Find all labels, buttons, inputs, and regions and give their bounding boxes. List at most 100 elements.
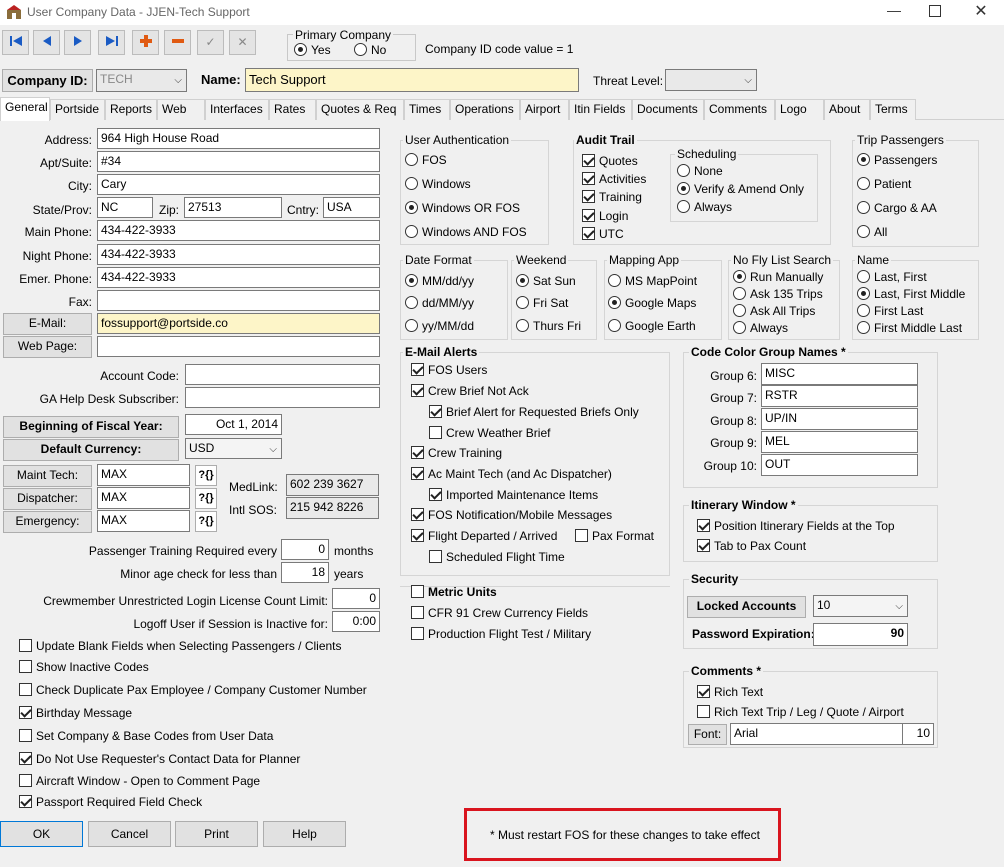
font-button[interactable]: Font: bbox=[688, 724, 727, 745]
tab-portside[interactable]: Portside bbox=[50, 99, 105, 120]
tab-reports[interactable]: Reports bbox=[105, 99, 157, 120]
trip-patient-radio[interactable]: Patient bbox=[857, 177, 911, 191]
tab-operations[interactable]: Operations bbox=[450, 99, 520, 120]
cfr91-checkbox[interactable]: CFR 91 Crew Currency Fields bbox=[411, 606, 588, 620]
emer-phone-field[interactable]: 434-422-3933 bbox=[97, 267, 380, 288]
tab-quotes-req[interactable]: Quotes & Req bbox=[316, 99, 404, 120]
group8-field[interactable]: UP/IN bbox=[761, 408, 918, 430]
aircraft-window-checkbox[interactable]: Aircraft Window - Open to Comment Page bbox=[19, 774, 260, 788]
primary-yes-radio[interactable]: Yes bbox=[294, 43, 331, 57]
production-flight-test-checkbox[interactable]: Production Flight Test / Military bbox=[411, 627, 591, 641]
position-itinerary-checkbox[interactable]: Position Itinerary Fields at the Top bbox=[697, 519, 895, 533]
pax-training-field[interactable]: 0 bbox=[281, 539, 329, 560]
logoff-field[interactable]: 0:00 bbox=[332, 611, 380, 632]
account-code-field[interactable] bbox=[185, 364, 380, 385]
maint-tech-field[interactable]: MAX bbox=[97, 464, 190, 486]
close-icon[interactable]: ✕ bbox=[971, 1, 991, 21]
alert-fos-users-checkbox[interactable]: FOS Users bbox=[411, 363, 487, 377]
emergency-field[interactable]: MAX bbox=[97, 510, 190, 532]
apt-field[interactable]: #34 bbox=[97, 151, 380, 172]
weekend-thurs-fri-radio[interactable]: Thurs Fri bbox=[516, 319, 581, 333]
web-page-button[interactable]: Web Page: bbox=[3, 336, 92, 358]
auth-fos-radio[interactable]: FOS bbox=[405, 153, 447, 167]
tab-about[interactable]: About bbox=[824, 99, 870, 120]
alert-ac-maint-checkbox[interactable]: Ac Maint Tech (and Ac Dispatcher) bbox=[411, 467, 612, 481]
name-first-middle-last-radio[interactable]: First Middle Last bbox=[857, 321, 962, 335]
tab-web[interactable]: Web bbox=[157, 99, 205, 120]
dispatcher-field[interactable]: MAX bbox=[97, 487, 190, 509]
locked-accounts-button[interactable]: Locked Accounts bbox=[687, 596, 806, 618]
alert-crew-weather-checkbox[interactable]: Crew Weather Brief bbox=[429, 426, 550, 440]
audit-login-checkbox[interactable]: Login bbox=[582, 209, 628, 223]
alert-brief-requested-checkbox[interactable]: Brief Alert for Requested Briefs Only bbox=[429, 405, 639, 419]
font-size-field[interactable]: 10 bbox=[902, 723, 934, 745]
delete-record-button[interactable] bbox=[164, 30, 191, 55]
fax-field[interactable] bbox=[97, 290, 380, 311]
alert-crew-brief-checkbox[interactable]: Crew Brief Not Ack bbox=[411, 384, 529, 398]
map-google-earth-radio[interactable]: Google Earth bbox=[608, 319, 696, 333]
map-google-maps-radio[interactable]: Google Maps bbox=[608, 296, 696, 310]
maint-tech-button[interactable]: Maint Tech: bbox=[3, 465, 92, 487]
locked-accounts-combo[interactable]: 10 ⌵ bbox=[813, 595, 908, 617]
audit-activities-checkbox[interactable]: Activities bbox=[582, 172, 646, 186]
maximize-icon[interactable] bbox=[929, 5, 941, 17]
fiscal-year-button[interactable]: Beginning of Fiscal Year: bbox=[3, 416, 179, 438]
trip-passengers-radio[interactable]: Passengers bbox=[857, 153, 937, 167]
previous-record-button[interactable] bbox=[33, 30, 60, 55]
font-name-field[interactable]: Arial bbox=[730, 723, 903, 745]
cntry-field[interactable]: USA bbox=[323, 197, 380, 218]
group6-field[interactable]: MISC bbox=[761, 363, 918, 385]
passport-required-checkbox[interactable]: Passport Required Field Check bbox=[19, 795, 202, 809]
auth-windows-and-fos-radio[interactable]: Windows AND FOS bbox=[405, 225, 527, 239]
metric-units-checkbox[interactable]: Metric Units bbox=[411, 585, 497, 599]
email-field[interactable]: fossupport@portside.co bbox=[97, 313, 380, 334]
check-duplicate-pax-checkbox[interactable]: Check Duplicate Pax Employee / Company C… bbox=[19, 683, 367, 697]
minimize-icon[interactable]: — bbox=[884, 2, 904, 18]
email-button[interactable]: E-Mail: bbox=[3, 313, 92, 335]
dispatcher-pick-icon[interactable]: ?{} bbox=[195, 488, 217, 509]
company-id-combo[interactable]: TECH ⌵ bbox=[96, 69, 187, 92]
add-record-button[interactable] bbox=[132, 30, 159, 55]
name-field[interactable]: Tech Support bbox=[245, 68, 579, 92]
birthday-message-checkbox[interactable]: Birthday Message bbox=[19, 706, 132, 720]
name-first-last-radio[interactable]: First Last bbox=[857, 304, 923, 318]
password-expiration-field[interactable]: 90 bbox=[813, 623, 908, 646]
name-last-first-radio[interactable]: Last, First bbox=[857, 270, 927, 284]
audit-quotes-checkbox[interactable]: Quotes bbox=[582, 154, 638, 168]
first-record-button[interactable] bbox=[2, 30, 29, 55]
ok-button[interactable]: OK bbox=[0, 821, 83, 847]
tab-itin-fields[interactable]: Itin Fields bbox=[569, 99, 632, 120]
tab-times[interactable]: Times bbox=[404, 99, 450, 120]
save-record-button[interactable]: ✓ bbox=[197, 30, 224, 55]
fiscal-year-field[interactable]: Oct 1, 2014 bbox=[185, 414, 282, 435]
date-mmddyy-radio[interactable]: MM/dd/yy bbox=[405, 274, 474, 288]
default-currency-button[interactable]: Default Currency: bbox=[3, 439, 179, 461]
threat-level-combo[interactable]: ⌵ bbox=[665, 69, 757, 91]
audit-training-checkbox[interactable]: Training bbox=[582, 190, 642, 204]
currency-combo[interactable]: USD ⌵ bbox=[185, 438, 282, 459]
emergency-button[interactable]: Emergency: bbox=[3, 511, 92, 533]
rich-text-checkbox[interactable]: Rich Text bbox=[697, 685, 763, 699]
date-yymmdd-radio[interactable]: yy/MM/dd bbox=[405, 319, 474, 333]
last-record-button[interactable] bbox=[98, 30, 125, 55]
trip-cargo-radio[interactable]: Cargo & AA bbox=[857, 201, 937, 215]
print-button[interactable]: Print bbox=[175, 821, 258, 847]
show-inactive-codes-checkbox[interactable]: Show Inactive Codes bbox=[19, 660, 149, 674]
state-field[interactable]: NC bbox=[97, 197, 153, 218]
ga-help-field[interactable] bbox=[185, 387, 380, 408]
tab-comments[interactable]: Comments bbox=[704, 99, 775, 120]
alert-imported-maint-checkbox[interactable]: Imported Maintenance Items bbox=[429, 488, 598, 502]
map-mappoint-radio[interactable]: MS MapPoint bbox=[608, 274, 697, 288]
tab-interfaces[interactable]: Interfaces bbox=[205, 99, 269, 120]
alert-fos-notification-checkbox[interactable]: FOS Notification/Mobile Messages bbox=[411, 508, 612, 522]
dispatcher-button[interactable]: Dispatcher: bbox=[3, 488, 92, 510]
alert-scheduled-flight-checkbox[interactable]: Scheduled Flight Time bbox=[429, 550, 565, 564]
address-field[interactable]: 964 High House Road bbox=[97, 128, 380, 149]
nofly-all-radio[interactable]: Ask All Trips bbox=[733, 304, 815, 318]
trip-all-radio[interactable]: All bbox=[857, 225, 887, 239]
tab-airport[interactable]: Airport bbox=[520, 99, 569, 120]
next-record-button[interactable] bbox=[64, 30, 91, 55]
alert-crew-training-checkbox[interactable]: Crew Training bbox=[411, 446, 502, 460]
tab-documents[interactable]: Documents bbox=[632, 99, 704, 120]
tab-logo[interactable]: Logo bbox=[775, 99, 824, 120]
